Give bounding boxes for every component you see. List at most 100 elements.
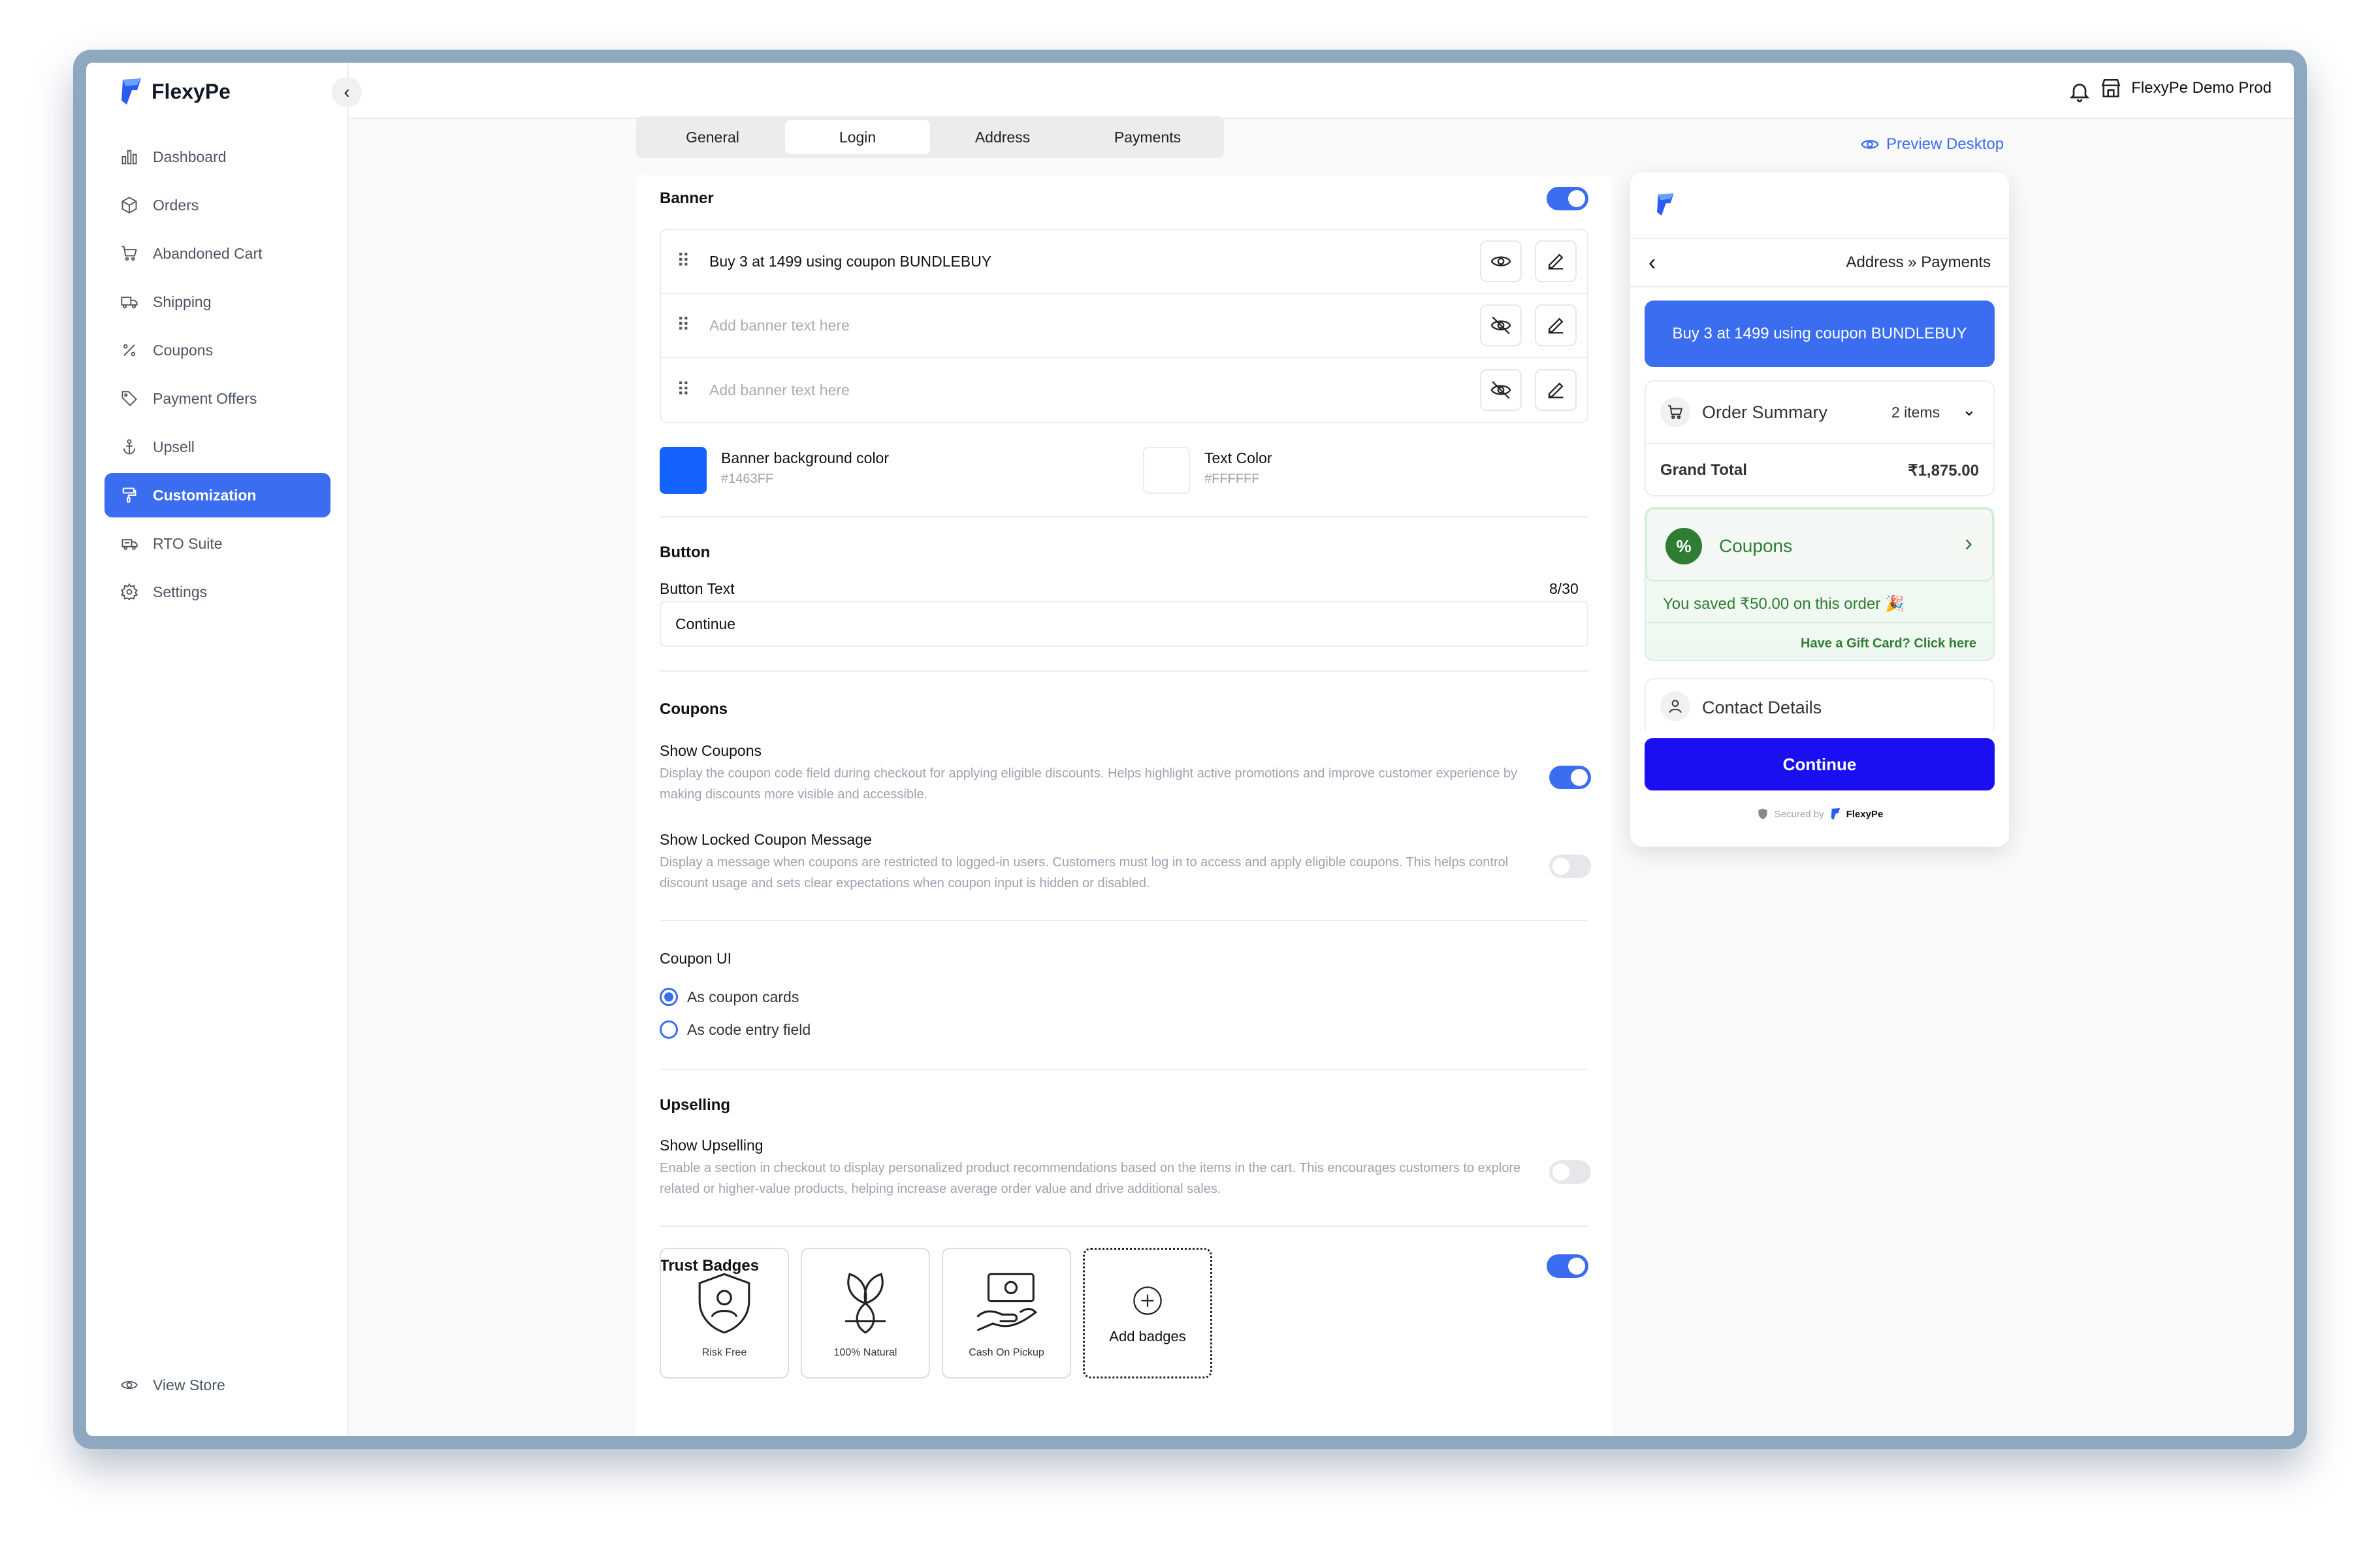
add-badges-button[interactable]: Add badges <box>1083 1248 1212 1378</box>
edit-button[interactable] <box>1535 240 1577 282</box>
tab-address[interactable]: Address <box>930 120 1075 154</box>
banner-row-placeholder[interactable]: Add banner text here <box>709 317 850 334</box>
sidebar-item-label: Dashboard <box>153 148 227 165</box>
sidebar-item-rto-suite[interactable]: RTO Suite <box>105 521 330 566</box>
contact-details-card[interactable]: Contact Details <box>1645 678 1995 730</box>
drag-handle-icon[interactable]: ⠿ <box>677 316 690 334</box>
radio-coupon-cards[interactable]: As coupon cards <box>660 988 799 1006</box>
checkout-preview: ‹ Address » Payments Buy 3 at 1499 using… <box>1630 172 2009 847</box>
coupon-ui-title: Coupon UI <box>660 950 732 967</box>
gift-card-link[interactable]: Have a Gift Card? Click here <box>1801 636 1976 651</box>
radio-label: As coupon cards <box>687 988 799 1005</box>
paint-roller-icon <box>122 487 137 503</box>
sidebar-item-dashboard[interactable]: Dashboard <box>105 135 330 179</box>
order-summary-card: Order Summary 2 items ⌄ Grand Total ₹1,8… <box>1645 380 1995 497</box>
show-coupons-label: Show Coupons <box>660 742 762 759</box>
tag-icon <box>121 391 137 406</box>
banner-bg-color-swatch[interactable] <box>660 447 707 494</box>
store-switcher[interactable]: FlexyPe Demo Prod <box>2100 77 2272 99</box>
customization-panel: Banner ⠿ Buy 3 at 1499 using coupon BUND… <box>636 175 1612 1436</box>
shield-user-icon <box>698 1273 750 1334</box>
sidebar-item-label: Customization <box>153 486 257 504</box>
radio-code-entry[interactable]: As code entry field <box>660 1020 811 1039</box>
trust-badge-risk-free[interactable]: Risk Free <box>660 1248 789 1378</box>
banner-bg-color-label: Banner background color <box>721 449 889 466</box>
sidebar-item-customization[interactable]: Customization <box>105 473 330 517</box>
coupons-row[interactable]: % Coupons › <box>1646 508 1993 581</box>
cash-hand-icon <box>976 1273 1038 1331</box>
chevron-right-icon: › <box>1965 529 1972 556</box>
trust-badge-natural[interactable]: 100% Natural <box>801 1248 930 1378</box>
back-arrow-icon[interactable]: ‹ <box>1648 250 1656 276</box>
items-count[interactable]: 2 items <box>1891 404 1940 421</box>
order-summary-label: Order Summary <box>1702 402 1828 422</box>
banner-row: ⠿ Add banner text here <box>661 294 1587 358</box>
trust-badges-toggle[interactable] <box>1547 1254 1588 1278</box>
banner-toggle[interactable] <box>1547 187 1588 210</box>
divider <box>1646 622 1993 623</box>
bell-icon[interactable] <box>2068 80 2091 103</box>
continue-button[interactable]: Continue <box>1645 738 1995 790</box>
sidebar-item-payment-offers[interactable]: Payment Offers <box>105 376 330 421</box>
visibility-button[interactable] <box>1480 369 1522 411</box>
percent-icon: % <box>1665 528 1702 564</box>
banner-row: ⠿ Buy 3 at 1499 using coupon BUNDLEBUY <box>661 230 1587 294</box>
radio-indicator <box>660 988 678 1006</box>
collapse-sidebar-button[interactable]: ‹ <box>332 77 362 107</box>
drag-handle-icon[interactable]: ⠿ <box>677 381 690 399</box>
user-icon <box>1660 691 1690 721</box>
view-store-link[interactable]: View Store <box>105 1363 330 1407</box>
trust-badge-cash-on-pickup[interactable]: Cash On Pickup <box>942 1248 1071 1378</box>
preview-banner: Buy 3 at 1499 using coupon BUNDLEBUY <box>1645 301 1995 367</box>
sidebar-item-orders[interactable]: Orders <box>105 183 330 227</box>
sidebar-item-abandoned-cart[interactable]: Abandoned Cart <box>105 231 330 276</box>
badge-label: 100% Natural <box>833 1347 897 1358</box>
app-window: FlexyPe Dashboard Orders Abandoned Cart … <box>86 63 2294 1436</box>
sidebar-footer: View Store <box>105 1363 330 1411</box>
banner-list: ⠿ Buy 3 at 1499 using coupon BUNDLEBUY ⠿… <box>660 229 1588 423</box>
locked-coupon-label: Show Locked Coupon Message <box>660 831 872 848</box>
upselling-toggle[interactable] <box>1549 1160 1591 1184</box>
shield-icon <box>1758 808 1767 820</box>
grand-total-label: Grand Total <box>1660 461 1747 479</box>
sidebar-item-settings[interactable]: Settings <box>105 570 330 614</box>
visibility-button[interactable] <box>1480 304 1522 346</box>
radio-indicator <box>660 1020 678 1039</box>
banner-bg-color-value: #1463FF <box>721 472 774 486</box>
sidebar-item-label: Abandoned Cart <box>153 244 263 262</box>
visibility-button[interactable] <box>1480 240 1522 282</box>
pencil-icon <box>1548 253 1564 270</box>
badge-label: Risk Free <box>701 1347 747 1358</box>
text-color-swatch[interactable] <box>1143 447 1190 494</box>
grand-total-value: ₹1,875.00 <box>1908 462 1979 480</box>
sidebar-item-shipping[interactable]: Shipping <box>105 280 330 324</box>
tab-login[interactable]: Login <box>785 120 930 154</box>
chevron-down-icon[interactable]: ⌄ <box>1962 400 1976 420</box>
secured-by-text: Secured by <box>1774 808 1824 820</box>
flexype-logo-icon <box>1831 808 1840 820</box>
sidebar-item-coupons[interactable]: Coupons <box>105 328 330 372</box>
tab-payments[interactable]: Payments <box>1075 120 1220 154</box>
banner-row-text[interactable]: Buy 3 at 1499 using coupon BUNDLEBUY <box>709 253 991 270</box>
sidebar-item-upsell[interactable]: Upsell <box>105 425 330 469</box>
contact-details-label: Contact Details <box>1702 698 1822 717</box>
leaves-icon <box>845 1273 886 1334</box>
coupons-card: % Coupons › You saved ₹50.00 on this ord… <box>1645 507 1995 661</box>
edit-button[interactable] <box>1535 369 1577 411</box>
edit-button[interactable] <box>1535 304 1577 346</box>
cart-icon <box>121 246 137 261</box>
locked-coupon-description: Display a message when coupons are restr… <box>660 855 1509 890</box>
preview-desktop-link[interactable]: Preview Desktop <box>1860 135 2004 154</box>
upselling-section-title: Upselling <box>660 1096 731 1114</box>
show-coupons-toggle[interactable] <box>1549 766 1591 789</box>
brand-logo[interactable]: FlexyPe <box>118 77 231 106</box>
button-text-label: Button Text <box>660 580 735 597</box>
button-text-input[interactable]: Continue <box>660 601 1588 647</box>
banner-row-placeholder[interactable]: Add banner text here <box>709 382 850 399</box>
preview-breadcrumb: Address » Payments <box>1846 253 1991 272</box>
tab-general[interactable]: General <box>640 120 785 154</box>
drag-handle-icon[interactable]: ⠿ <box>677 252 690 270</box>
store-icon <box>2101 78 2121 98</box>
locked-coupon-toggle[interactable] <box>1549 855 1591 878</box>
radio-label: As code entry field <box>687 1020 811 1038</box>
